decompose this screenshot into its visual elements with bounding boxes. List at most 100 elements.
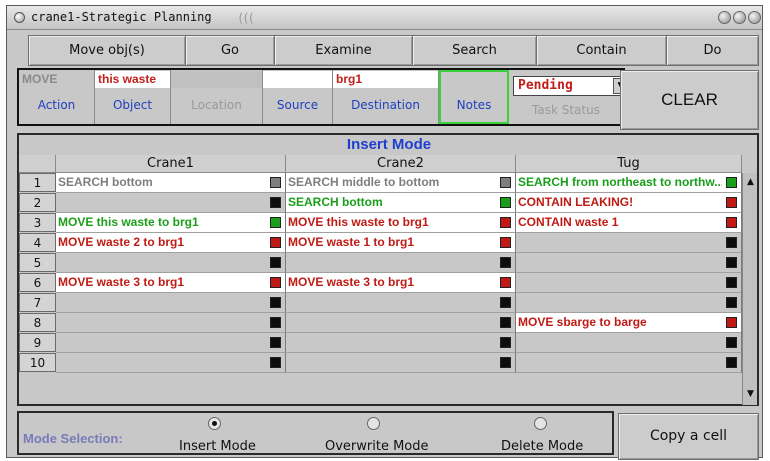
row-number[interactable]: 6 [19,273,56,292]
status-square-icon[interactable] [500,357,511,368]
table-cell[interactable]: MOVE waste 3 to brg1 [56,273,286,293]
delete-mode-radio[interactable] [534,417,547,430]
status-square-icon[interactable] [500,197,511,208]
table-cell[interactable]: MOVE this waste to brg1 [286,213,516,233]
table-cell[interactable]: SEARCH from northeast to northw... [516,173,742,193]
do-button[interactable]: Do [666,35,759,66]
table-cell[interactable]: MOVE waste 2 to brg1 [56,233,286,253]
clear-button[interactable]: CLEAR [620,70,759,130]
status-square-icon[interactable] [500,317,511,328]
table-cell[interactable] [56,353,286,373]
row-number[interactable]: 4 [19,233,56,252]
table-cell[interactable] [516,253,742,273]
destination-field[interactable]: brg1 Destination [333,70,439,124]
status-square-icon[interactable] [500,277,511,288]
status-square-icon[interactable] [270,237,281,248]
row-number[interactable]: 7 [19,293,56,312]
status-square-icon[interactable] [270,357,281,368]
table-cell[interactable] [56,193,286,213]
contain-button[interactable]: Contain [536,35,667,66]
row-number[interactable]: 2 [19,193,56,212]
overwrite-mode-radio[interactable] [367,417,380,430]
status-square-icon[interactable] [726,317,737,328]
status-square-icon[interactable] [270,217,281,228]
copy-cell-button[interactable]: Copy a cell [618,413,759,460]
status-square-icon[interactable] [270,297,281,308]
status-square-icon[interactable] [726,337,737,348]
maximize-icon[interactable] [733,11,746,24]
status-square-icon[interactable] [726,357,737,368]
insert-mode-radio[interactable] [208,417,221,430]
status-square-icon[interactable] [270,337,281,348]
scroll-up-icon[interactable]: ▲ [744,175,757,189]
source-field[interactable]: Source [263,70,333,124]
row-number[interactable]: 10 [19,353,56,372]
table-cell[interactable]: MOVE waste 3 to brg1 [286,273,516,293]
status-square-icon[interactable] [726,297,737,308]
close-icon[interactable] [748,11,761,24]
table-cell[interactable] [286,253,516,273]
status-square-icon[interactable] [726,217,737,228]
table-cell[interactable] [286,353,516,373]
row-number[interactable]: 9 [19,333,56,352]
cell-task-text: SEARCH middle to bottom [288,175,440,189]
table-cell[interactable]: CONTAIN LEAKING! [516,193,742,213]
table-cell[interactable]: MOVE waste 1 to brg1 [286,233,516,253]
scroll-down-icon[interactable]: ▼ [744,387,757,401]
table-cell[interactable] [286,313,516,333]
row-number[interactable]: 3 [19,213,56,232]
examine-button[interactable]: Examine [274,35,413,66]
status-square-icon[interactable] [726,197,737,208]
table-cell[interactable] [516,273,742,293]
notes-button[interactable]: Notes [439,70,509,124]
status-square-icon[interactable] [500,237,511,248]
status-square-icon[interactable] [500,337,511,348]
window-menu-icon[interactable] [14,12,25,23]
table-cell[interactable] [516,353,742,373]
status-square-icon[interactable] [270,317,281,328]
table-cell[interactable] [56,333,286,353]
status-square-icon[interactable] [270,177,281,188]
go-button[interactable]: Go [185,35,275,66]
overwrite-mode-label[interactable]: Overwrite Mode [325,439,429,454]
table-cell[interactable] [56,253,286,273]
row-number[interactable]: 1 [19,173,56,192]
status-square-icon[interactable] [500,257,511,268]
action-field[interactable]: MOVE Action [19,70,95,124]
status-square-icon[interactable] [270,277,281,288]
table-cell[interactable]: MOVE sbarge to barge [516,313,742,333]
table-cell[interactable] [286,333,516,353]
title-bar[interactable]: crane1-Strategic Planning ((( [7,6,762,30]
table-cell[interactable]: CONTAIN waste 1 [516,213,742,233]
status-square-icon[interactable] [726,277,737,288]
insert-mode-label[interactable]: Insert Mode [179,439,256,454]
object-field[interactable]: this waste Object [95,70,171,124]
table-cell[interactable]: SEARCH bottom [56,173,286,193]
status-square-icon[interactable] [500,297,511,308]
vertical-scrollbar[interactable]: ▲ ▼ [742,173,757,405]
status-square-icon[interactable] [726,257,737,268]
table-cell[interactable] [516,293,742,313]
status-square-icon[interactable] [726,177,737,188]
task-status-select[interactable]: Pending ▼ [513,76,631,96]
status-square-icon[interactable] [500,217,511,228]
table-cell[interactable]: SEARCH bottom [286,193,516,213]
table-cell[interactable] [56,293,286,313]
row-number[interactable]: 8 [19,313,56,332]
table-cell[interactable] [286,293,516,313]
delete-mode-label[interactable]: Delete Mode [501,439,583,454]
status-square-icon[interactable] [270,257,281,268]
table-cell[interactable]: SEARCH middle to bottom [286,173,516,193]
status-square-icon[interactable] [726,237,737,248]
row-number[interactable]: 5 [19,253,56,272]
minimize-icon[interactable] [718,11,731,24]
move-objs-button[interactable]: Move obj(s) [28,35,186,66]
status-square-icon[interactable] [500,177,511,188]
table-cell[interactable] [516,233,742,253]
table-cell[interactable] [56,313,286,333]
table-cell[interactable]: MOVE this waste to brg1 [56,213,286,233]
table-cell[interactable] [516,333,742,353]
location-field[interactable]: Location [171,70,263,124]
search-button[interactable]: Search [412,35,537,66]
status-square-icon[interactable] [270,197,281,208]
